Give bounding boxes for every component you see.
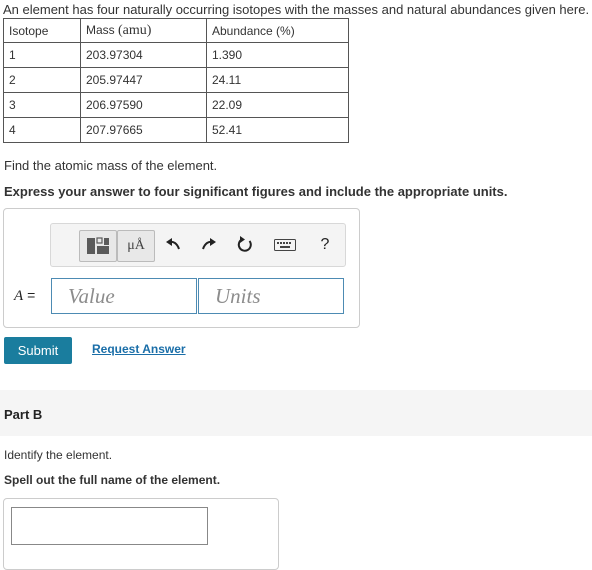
part-b-answer-field <box>11 507 211 546</box>
units-field <box>198 278 344 314</box>
part-a-instruction: Express your answer to four significant … <box>4 184 508 199</box>
cell-mass: 207.97665 <box>80 117 207 143</box>
cell-isotope: 4 <box>3 117 81 143</box>
header-abundance: Abundance (%) <box>206 18 349 43</box>
part-b-answer-input[interactable] <box>12 508 211 546</box>
header-mass: Mass (amu) <box>80 18 207 43</box>
units-input[interactable] <box>199 279 343 313</box>
table-row: 4 207.97665 52.41 <box>3 117 349 143</box>
cell-abundance: 1.390 <box>206 42 349 68</box>
cell-isotope: 3 <box>3 92 81 118</box>
cell-isotope: 2 <box>3 67 81 93</box>
cell-abundance: 24.11 <box>206 67 349 93</box>
part-b-answer-box <box>3 498 279 570</box>
problem-intro: An element has four naturally occurring … <box>3 2 590 17</box>
part-b-header[interactable]: Part B <box>0 390 592 436</box>
templates-button[interactable] <box>79 230 117 262</box>
cell-mass: 205.97447 <box>80 67 207 93</box>
templates-icon <box>87 237 109 254</box>
header-mass-unit: (amu) <box>118 22 152 38</box>
part-b-instruction: Spell out the full name of the element. <box>4 473 221 487</box>
reset-icon[interactable] <box>233 230 257 260</box>
cell-mass: 203.97304 <box>80 42 207 68</box>
part-b-title: Part B <box>4 407 43 422</box>
undo-icon[interactable] <box>161 230 185 260</box>
keyboard-icon[interactable] <box>273 230 297 260</box>
table-row: 1 203.97304 1.390 <box>3 42 349 68</box>
cell-abundance: 22.09 <box>206 92 349 118</box>
request-answer-link[interactable]: Request Answer <box>92 342 186 356</box>
part-b-question: Identify the element. <box>4 448 113 462</box>
answer-equals: = <box>27 287 36 303</box>
math-toolbar: μÅ ? <box>50 223 346 267</box>
header-mass-label: Mass <box>86 22 115 37</box>
units-button-label: μÅ <box>127 238 145 253</box>
table-row: 2 205.97447 24.11 <box>3 67 349 93</box>
answer-label: A = <box>14 287 35 305</box>
cell-abundance: 52.41 <box>206 117 349 143</box>
value-field <box>51 278 197 314</box>
answer-box: μÅ ? A = <box>3 208 360 328</box>
value-input[interactable] <box>52 279 196 313</box>
part-a-question: Find the atomic mass of the element. <box>4 158 218 173</box>
units-button[interactable]: μÅ <box>117 230 155 262</box>
help-icon[interactable]: ? <box>313 230 337 260</box>
cell-mass: 206.97590 <box>80 92 207 118</box>
redo-icon[interactable] <box>197 230 221 260</box>
cell-isotope: 1 <box>3 42 81 68</box>
submit-button[interactable]: Submit <box>4 337 72 364</box>
isotope-table: Isotope Mass (amu) Abundance (%) 1 203.9… <box>3 18 349 143</box>
header-isotope: Isotope <box>3 18 81 43</box>
answer-variable: A <box>14 288 24 304</box>
table-row: 3 206.97590 22.09 <box>3 92 349 118</box>
table-header-row: Isotope Mass (amu) Abundance (%) <box>3 18 349 43</box>
